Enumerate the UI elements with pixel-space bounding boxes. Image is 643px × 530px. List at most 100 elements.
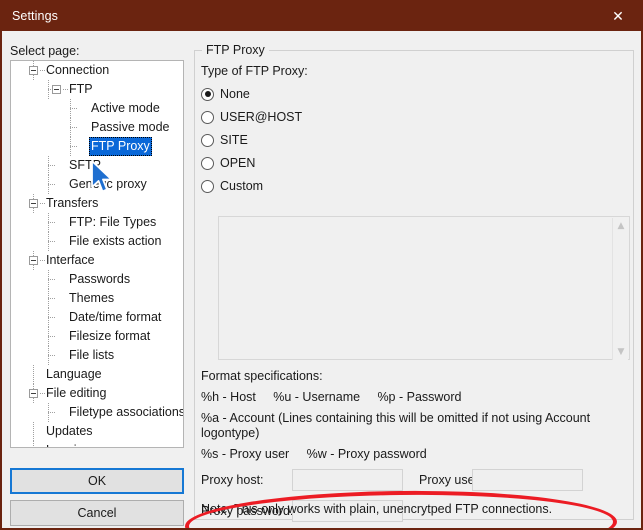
tree-item-themes[interactable]: Themes [11, 289, 183, 308]
tree-connector-horizontal [48, 279, 56, 280]
radio-proxy-type-custom[interactable]: Custom [201, 177, 263, 195]
tree-collapse-box-icon[interactable] [29, 199, 38, 208]
tree-connector-horizontal [48, 241, 56, 242]
page-tree[interactable]: Connection FTP Active mode Passive mode FTP … [10, 60, 184, 448]
tree-item-label: Filetype associations [69, 405, 184, 419]
radio-button-icon[interactable] [201, 87, 214, 101]
tree-item-label: SFTP [69, 158, 101, 172]
tree-connector-vertical [33, 441, 34, 447]
tree-item-label: Date/time format [69, 310, 162, 324]
cancel-button[interactable]: Cancel [10, 500, 184, 526]
settings-dialog-window: Settings ✕ Select page: Connection FTP Act… [0, 0, 643, 530]
tree-item-ftp-proxy[interactable]: FTP Proxy [11, 137, 183, 156]
tree-item-updates[interactable]: Updates [11, 422, 183, 441]
cancel-button-label: Cancel [77, 506, 117, 520]
radio-button-icon[interactable] [201, 179, 214, 193]
tree-item-label: Themes [69, 291, 115, 305]
tree-item-label: File exists action [69, 234, 162, 248]
note-text: Note: This only works with plain, unencr… [201, 502, 553, 516]
tree-item-passive-mode[interactable]: Passive mode [11, 118, 183, 137]
tree-item-file-lists[interactable]: File lists [11, 346, 183, 365]
tree-item-passwords[interactable]: Passwords [11, 270, 183, 289]
radio-label: Custom [220, 179, 264, 193]
tree-collapse-box-icon[interactable] [29, 389, 38, 398]
tree-connector-horizontal [48, 355, 56, 356]
radio-proxy-type-none[interactable]: None [201, 85, 250, 103]
radio-label: OPEN [220, 156, 256, 170]
custom-format-textarea[interactable]: ▲ ▼ [218, 216, 630, 360]
tree-item-label: Active mode [91, 101, 160, 115]
tree-item-label: Filesize format [69, 329, 151, 343]
tree-connector-horizontal [48, 336, 56, 337]
tree-item-label: Generic proxy [69, 177, 147, 191]
tree-collapse-box-icon[interactable] [52, 85, 61, 94]
radio-button-icon[interactable] [201, 156, 214, 170]
radio-proxy-type-site[interactable]: SITE [201, 131, 248, 149]
tree-item-active-mode[interactable]: Active mode [11, 99, 183, 118]
tree-item-ftp-file-types[interactable]: FTP: File Types [11, 213, 183, 232]
tree-connector-horizontal [48, 412, 56, 413]
select-page-label: Select page: [10, 44, 80, 58]
format-specs-host-line: %h - Host %u - Username %p - Password [201, 390, 462, 404]
tree-item-interface[interactable]: Interface [11, 251, 183, 270]
tree-item-filesize-format[interactable]: Filesize format [11, 327, 183, 346]
proxy-type-label: Type of FTP Proxy: [201, 64, 308, 78]
radio-button-icon[interactable] [201, 133, 214, 147]
tree-item-generic-proxy[interactable]: Generic proxy [11, 175, 183, 194]
tree-item-sftp[interactable]: SFTP [11, 156, 183, 175]
chevron-up-icon[interactable]: ▲ [613, 218, 629, 234]
tree-item-label: FTP: File Types [69, 215, 157, 229]
tree-item-label: Logging [44, 441, 93, 447]
tree-item-ftp[interactable]: FTP [11, 80, 183, 99]
radio-proxy-type-open[interactable]: OPEN [201, 154, 255, 172]
tree-item-label: Passive mode [91, 120, 170, 134]
close-button[interactable]: ✕ [595, 2, 641, 31]
textarea-scrollbar[interactable]: ▲ ▼ [612, 218, 628, 360]
chevron-down-icon[interactable]: ▼ [613, 344, 629, 360]
tree-connector-horizontal [70, 146, 78, 147]
tree-connector-horizontal [48, 317, 56, 318]
tree-item-filetype-associations[interactable]: Filetype associations [11, 403, 183, 422]
tree-item-label: Passwords [69, 272, 131, 286]
tree-item-label: File lists [69, 348, 115, 362]
radio-label: None [220, 87, 250, 101]
title-bar: Settings ✕ [2, 2, 641, 31]
proxy-user-input[interactable] [472, 469, 583, 491]
format-specs-account-line: %a - Account (Lines containing this will… [201, 411, 591, 440]
tree-item-transfers[interactable]: Transfers [11, 194, 183, 213]
radio-label: USER@HOST [220, 110, 303, 124]
tree-item-logging[interactable]: Logging [11, 441, 183, 447]
tree-item-label: File editing [46, 386, 107, 400]
radio-proxy-type-user-host[interactable]: USER@HOST [201, 108, 302, 126]
tree-connector-horizontal [48, 165, 56, 166]
tree-collapse-box-icon[interactable] [29, 66, 38, 75]
tree-item-label: FTP Proxy [89, 137, 152, 156]
tree-item-date-time-format[interactable]: Date/time format [11, 308, 183, 327]
tree-item-label: Connection [46, 63, 110, 77]
tree-item-connection[interactable]: Connection [11, 61, 183, 80]
radio-button-icon[interactable] [201, 110, 214, 124]
proxy-host-input[interactable] [292, 469, 403, 491]
tree-item-file-exists-action[interactable]: File exists action [11, 232, 183, 251]
dialog-client-area: Select page: Connection FTP Active mode Pas… [2, 31, 641, 528]
tree-connector-horizontal [70, 108, 78, 109]
tree-collapse-box-icon[interactable] [29, 256, 38, 265]
format-specs-proxy-line: %s - Proxy user %w - Proxy password [201, 447, 427, 461]
tree-connector-horizontal [70, 127, 78, 128]
tree-item-label: Language [46, 367, 102, 381]
tree-connector-horizontal [48, 184, 56, 185]
tree-connector-horizontal [48, 222, 56, 223]
radio-label: SITE [220, 133, 248, 147]
window-title: Settings [12, 9, 58, 23]
tree-connector-vertical [33, 422, 34, 441]
format-specs-heading: Format specifications: [201, 369, 323, 383]
tree-connector-vertical [33, 365, 34, 384]
ok-button[interactable]: OK [10, 468, 184, 494]
proxy-host-label: Proxy host: [201, 473, 264, 487]
tree-item-label: Transfers [46, 196, 99, 210]
ok-button-label: OK [87, 474, 107, 488]
groupbox-title: FTP Proxy [202, 43, 269, 57]
tree-item-language[interactable]: Language [11, 365, 183, 384]
tree-item-file-editing[interactable]: File editing [11, 384, 183, 403]
tree-item-label: Updates [46, 424, 93, 438]
